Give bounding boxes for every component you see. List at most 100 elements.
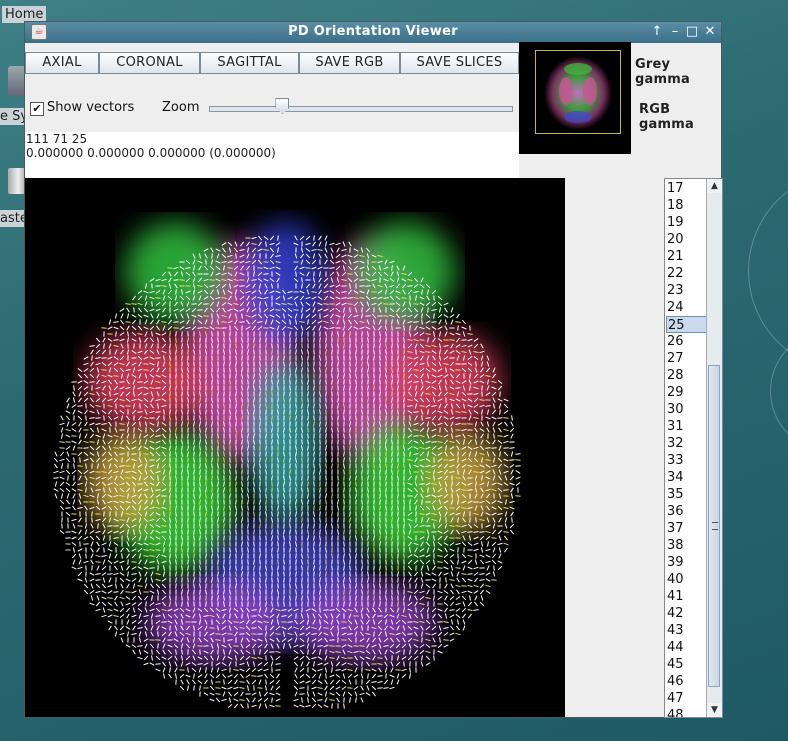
slice-list-item[interactable]: 33 bbox=[666, 452, 708, 469]
axial-button[interactable]: AXIAL bbox=[25, 52, 99, 74]
vector-glyph bbox=[324, 685, 328, 691]
vector-glyph bbox=[377, 663, 383, 665]
slice-list-item[interactable]: 46 bbox=[666, 673, 708, 690]
vector-glyph bbox=[191, 303, 197, 305]
vector-glyph bbox=[403, 397, 405, 403]
save-rgb-button[interactable]: SAVE RGB bbox=[299, 52, 400, 74]
vector-glyph bbox=[265, 511, 267, 517]
slice-list-item[interactable]: 39 bbox=[666, 554, 708, 571]
vector-glyph bbox=[504, 547, 508, 553]
slice-list-item[interactable]: 31 bbox=[666, 418, 708, 435]
vector-glyph bbox=[319, 379, 321, 385]
slice-list-item[interactable]: 26 bbox=[666, 333, 708, 350]
sagittal-button[interactable]: SAGITTAL bbox=[200, 52, 299, 74]
vector-glyph bbox=[259, 403, 261, 409]
slice-list-item[interactable]: 29 bbox=[666, 384, 708, 401]
vector-glyph bbox=[347, 662, 353, 666]
vector-glyph bbox=[480, 595, 484, 601]
slice-list-item[interactable]: 38 bbox=[666, 537, 708, 554]
close-icon[interactable]: ✕ bbox=[702, 23, 718, 41]
slice-list-item[interactable]: 45 bbox=[666, 656, 708, 673]
vector-glyph bbox=[143, 655, 149, 661]
slice-list-item[interactable]: 44 bbox=[666, 639, 708, 656]
vector-glyph bbox=[455, 567, 461, 569]
scroll-up-arrow-icon[interactable]: ▲ bbox=[707, 179, 722, 193]
slice-list-item[interactable]: 23 bbox=[666, 282, 708, 299]
vector-glyph bbox=[79, 457, 81, 463]
slice-list-scrollbar[interactable]: ▲ ▼ bbox=[706, 179, 722, 717]
vector-glyph bbox=[367, 577, 369, 583]
scroll-down-arrow-icon[interactable]: ▼ bbox=[707, 703, 722, 717]
save-slices-button[interactable]: SAVE SLICES bbox=[400, 52, 519, 74]
vector-glyph bbox=[150, 643, 154, 649]
slice-list-item[interactable]: 19 bbox=[666, 214, 708, 231]
slice-list-item[interactable]: 42 bbox=[666, 605, 708, 622]
slice-list-item[interactable]: 24 bbox=[666, 299, 708, 316]
coronal-button[interactable]: CORONAL bbox=[99, 52, 200, 74]
minimize-icon[interactable]: – bbox=[667, 23, 683, 41]
overview-thumbnail[interactable] bbox=[519, 42, 631, 154]
scrollbar-thumb[interactable] bbox=[708, 365, 720, 687]
slice-list-item[interactable]: 20 bbox=[666, 231, 708, 248]
slice-list-item[interactable]: 27 bbox=[666, 350, 708, 367]
show-vectors-label[interactable]: Show vectors bbox=[47, 100, 134, 115]
slice-list-item[interactable]: 17 bbox=[666, 180, 708, 197]
vector-glyph bbox=[479, 573, 485, 575]
title-bar[interactable]: ☕ PD Orientation Viewer ↑ – □ ✕ bbox=[25, 22, 721, 43]
vector-glyph bbox=[247, 457, 249, 463]
vector-glyph bbox=[385, 421, 387, 427]
slice-list-item[interactable]: 32 bbox=[666, 435, 708, 452]
vector-glyph bbox=[144, 643, 148, 649]
vector-glyph bbox=[354, 691, 358, 697]
vector-glyph bbox=[467, 542, 473, 546]
vector-glyph bbox=[319, 469, 321, 475]
vector-glyph bbox=[205, 379, 207, 385]
vector-glyph bbox=[265, 493, 267, 499]
slice-list-item[interactable]: 21 bbox=[666, 248, 708, 265]
vector-glyph bbox=[456, 577, 460, 583]
slice-list-item[interactable]: 28 bbox=[666, 367, 708, 384]
maximize-icon[interactable]: □ bbox=[684, 23, 700, 41]
slice-list-item[interactable]: 25 bbox=[666, 316, 707, 333]
vector-glyph bbox=[461, 560, 467, 564]
vector-glyph bbox=[324, 259, 328, 265]
vector-glyph bbox=[457, 469, 459, 475]
vector-glyph bbox=[84, 529, 88, 535]
vector-glyph bbox=[101, 423, 107, 425]
vector-glyph bbox=[367, 511, 369, 517]
vector-glyph bbox=[313, 391, 315, 397]
vector-glyph bbox=[138, 577, 142, 583]
vector-glyph bbox=[83, 397, 89, 403]
slice-list-item[interactable]: 40 bbox=[666, 571, 708, 588]
vector-glyph bbox=[89, 530, 95, 534]
slice-list-item[interactable]: 41 bbox=[666, 588, 708, 605]
vector-glyph bbox=[294, 691, 298, 697]
shade-up-icon[interactable]: ↑ bbox=[649, 23, 665, 41]
slice-list-item[interactable]: 35 bbox=[666, 486, 708, 503]
slice-list[interactable]: 17 18 19 20 21 22 23 24 25 26 27 28 29 30 31 32 33 34 35 36… bbox=[664, 178, 723, 718]
vector-glyph bbox=[175, 415, 177, 421]
slice-list-item[interactable]: 48 bbox=[666, 707, 708, 717]
vector-glyph bbox=[373, 343, 375, 349]
slice-list-item[interactable]: 36 bbox=[666, 503, 708, 520]
slice-list-item[interactable]: 47 bbox=[666, 690, 708, 707]
slice-list-item[interactable]: 30 bbox=[666, 401, 708, 418]
show-vectors-checkbox[interactable]: ✔ bbox=[30, 102, 44, 116]
vector-glyph bbox=[89, 602, 95, 606]
slice-view-canvas[interactable] bbox=[25, 178, 565, 717]
vector-glyph bbox=[289, 343, 291, 349]
vector-glyph bbox=[395, 661, 401, 667]
vector-glyph bbox=[175, 427, 177, 433]
slice-list-item[interactable]: 18 bbox=[666, 197, 708, 214]
zoom-slider-track[interactable] bbox=[209, 106, 513, 112]
vector-glyph bbox=[211, 361, 213, 367]
vector-glyph bbox=[467, 601, 473, 607]
vector-glyph bbox=[409, 451, 411, 457]
vector-glyph bbox=[413, 589, 419, 595]
slice-list-item[interactable]: 22 bbox=[666, 265, 708, 282]
slice-list-item[interactable]: 34 bbox=[666, 469, 708, 486]
slice-list-item[interactable]: 43 bbox=[666, 622, 708, 639]
vector-glyph bbox=[485, 572, 491, 576]
vector-glyph bbox=[437, 643, 443, 649]
slice-list-item[interactable]: 37 bbox=[666, 520, 708, 537]
